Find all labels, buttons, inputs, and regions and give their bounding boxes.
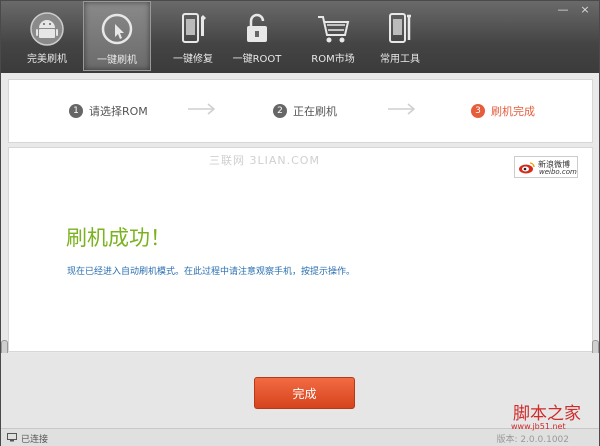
app-window: 完美刷机 一键刷机 一键修复 一键ROOT ROM市场 常用工具 — × 1 请… [0, 0, 600, 446]
step-label: 正在刷机 [293, 105, 337, 118]
repair-icon [182, 13, 206, 43]
tool-one-click-flash[interactable]: 一键刷机 [83, 1, 151, 71]
step-select-rom: 1 请选择ROM [69, 103, 148, 119]
root-lock-icon [247, 13, 267, 42]
version-text: 版本: 2.0.0.1002 [496, 435, 569, 445]
tools-icon [389, 13, 411, 43]
tool-label: 一键刷机 [97, 55, 137, 66]
tool-label: 一键修复 [173, 54, 213, 65]
tool-label: ROM市场 [311, 54, 355, 65]
arrow-right-icon [388, 103, 416, 115]
tool-label: 完美刷机 [27, 54, 67, 65]
minimize-button[interactable]: — [553, 3, 573, 17]
step-flash-complete: 3 刷机完成 [471, 103, 535, 119]
step-label: 请选择ROM [89, 105, 148, 118]
weibo-share-button[interactable]: 新浪微博 weibo.com [514, 156, 578, 178]
weibo-url: weibo.com [539, 168, 577, 176]
one-click-flash-icon [101, 13, 133, 45]
step-label: 刷机完成 [491, 105, 535, 118]
main-toolbar: 完美刷机 一键刷机 一键修复 一键ROOT ROM市场 常用工具 — × [1, 1, 599, 73]
tool-one-click-root[interactable]: 一键ROOT [223, 1, 291, 71]
done-button[interactable]: 完成 [254, 377, 355, 409]
step-number: 3 [471, 104, 485, 118]
step-number: 2 [273, 104, 287, 118]
weibo-logo-icon [519, 162, 535, 174]
brand-watermark: 脚本之家 [513, 404, 581, 424]
watermark-text: 三联网 3LIAN.COM [209, 154, 320, 167]
tool-label: 一键ROOT [232, 54, 282, 65]
tool-perfect-flash[interactable]: 完美刷机 [13, 1, 81, 71]
close-button[interactable]: × [575, 3, 595, 17]
connection-status: 已连接 [21, 435, 49, 445]
android-icon [30, 12, 64, 46]
step-number: 1 [69, 104, 83, 118]
success-title: 刷机成功！ [66, 226, 171, 250]
step-flashing: 2 正在刷机 [273, 103, 337, 119]
device-connected-icon [7, 433, 17, 442]
tool-label: 常用工具 [380, 54, 420, 65]
tool-rom-market[interactable]: ROM市场 [299, 1, 367, 71]
progress-steps: 1 请选择ROM 2 正在刷机 3 刷机完成 [8, 79, 593, 143]
status-bar: 已连接 版本: 2.0.0.1002 [1, 428, 599, 446]
tool-common-tools[interactable]: 常用工具 [366, 1, 434, 71]
tool-one-click-repair[interactable]: 一键修复 [159, 1, 227, 71]
cart-icon [318, 16, 350, 43]
success-message: 现在已经进入自动刷机模式。在此过程中请注意观察手机，按提示操作。 [67, 267, 356, 277]
result-panel: 三联网 3LIAN.COM 新浪微博 weibo.com 刷机成功！ 现在已经进… [8, 147, 593, 352]
arrow-right-icon [188, 103, 216, 115]
brand-url: www.jb51.net [511, 422, 566, 431]
